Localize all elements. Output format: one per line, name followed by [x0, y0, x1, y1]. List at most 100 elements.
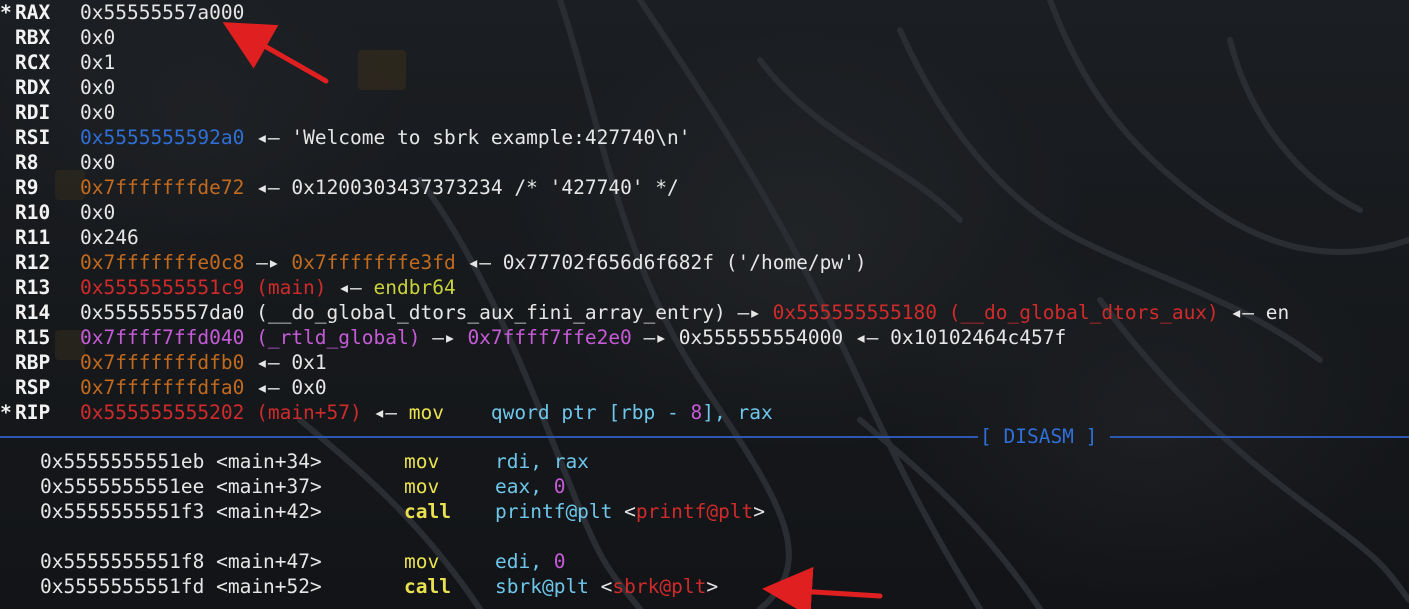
register-value: 0x0: [80, 26, 116, 49]
disasm-operand: rdi, rax: [495, 450, 589, 473]
register-deref: ◂—: [843, 326, 891, 349]
register-deref: 8: [690, 401, 703, 424]
register-deref: ◂—: [244, 351, 292, 374]
register-value-line: 0x0: [80, 200, 115, 225]
disasm-row: 0x5555555551fd <main+52> call sbrk@plt <sb…: [0, 574, 1409, 599]
register-value: 0x7fffffffde72: [80, 176, 245, 199]
register-row-r12: R12 0x7fffffffe0c8 —▸ 0x7fffffffe3fd ◂— 0…: [0, 250, 1409, 275]
register-name: RSI: [15, 126, 51, 149]
register-deref: qword ptr [rbp -: [443, 401, 691, 424]
register-value: 0x246: [80, 226, 139, 249]
register-value: 0x55555557a000: [80, 1, 245, 24]
register-deref: 0x555555554000: [678, 326, 844, 349]
register-deref: —▸: [244, 251, 292, 274]
disasm-operand: printf@plt: [635, 500, 754, 523]
register-row-rax: * RAX 0x55555557a000: [0, 0, 1409, 25]
register-name: R9: [15, 176, 39, 199]
register-value-line: 0x7fffffffde72 ◂— 0x1200303437373234 /* …: [80, 175, 679, 200]
disasm-operands: printf@plt <printf@plt>: [495, 499, 765, 524]
disasm-operand: sbrk@plt: [612, 575, 707, 598]
register-name: RDX: [15, 76, 51, 99]
register-value: 0x0: [80, 201, 116, 224]
register-value-line: 0x7fffffffdfa0 ◂— 0x0: [80, 375, 327, 400]
register-name: R10: [15, 201, 51, 224]
disasm-row: 0x5555555551f3 <main+42> call printf@plt <…: [0, 499, 1409, 524]
register-deref: 0x1: [291, 351, 327, 374]
register-modified-marker: *: [0, 401, 12, 424]
register-row-rip: * RIP 0x555555555202 (main+57) ◂— mov qwor…: [0, 400, 1409, 425]
disasm-address: 0x5555555551f8 <main+47>: [40, 550, 322, 573]
register-name: RBP: [15, 351, 51, 374]
register-value-line: 0x5555555592a0 ◂— 'Welcome to sbrk examp…: [80, 125, 691, 150]
register-value: 0x7fffffffe0c8: [80, 251, 245, 274]
register-name: RSP: [15, 376, 51, 399]
register-row-r9: R9 0x7fffffffde72 ◂— 0x1200303437373234 /…: [0, 175, 1409, 200]
register-row-rbx: RBX 0x0: [0, 25, 1409, 50]
disasm-row: 0x5555555551eb <main+34> mov rdi, rax: [0, 449, 1409, 474]
register-deref: 0x555555555180 (__do_global_dtors_aux): [772, 301, 1219, 324]
register-name: R12: [15, 251, 51, 274]
disasm-operand: >: [753, 500, 766, 523]
register-row-r15: R15 0x7ffff7ffd040 (_rtld_global) —▸ 0x7f…: [0, 325, 1409, 350]
register-value: 0x7ffff7ffd040 (_rtld_global): [80, 326, 421, 349]
register-value: 0x0: [80, 151, 116, 174]
register-value-line: 0x0: [80, 25, 115, 50]
register-deref: ◂—: [361, 401, 409, 424]
register-value-line: 0x5555555551c9 (main) ◂— endbr64: [80, 275, 456, 300]
register-name: R15: [15, 326, 51, 349]
register-name: RBX: [15, 26, 51, 49]
disasm-row: [0, 524, 1409, 549]
disasm-separator-left: [0, 436, 978, 438]
register-value-line: 0x0: [80, 100, 115, 125]
disasm-address: 0x5555555551fd <main+52>: [40, 575, 322, 598]
register-value-line: 0x7fffffffdfb0 ◂— 0x1: [80, 350, 327, 375]
register-row-r11: R11 0x246: [0, 225, 1409, 250]
register-value: 0x7fffffffdfb0: [80, 351, 245, 374]
disasm-mnemonic: call: [404, 575, 451, 598]
disasm-operand: 0: [553, 550, 566, 573]
disasm-operand: sbrk@plt: [495, 575, 601, 598]
disasm-operand: eax,: [495, 475, 554, 498]
register-deref: 0x77702f656d6f682f ('/home/pw'): [502, 251, 867, 274]
disasm-address: 0x5555555551eb <main+34>: [40, 450, 322, 473]
disasm-row: 0x5555555551ee <main+37> mov eax, 0: [0, 474, 1409, 499]
disasm-section-header: [ DISASM ]: [980, 425, 1098, 448]
register-value: 0x555555555202 (main+57): [80, 401, 362, 424]
register-value: 0x1: [80, 51, 116, 74]
register-deref: 0x1200303437373234 /* '427740' */: [291, 176, 679, 199]
register-value-line: 0x0: [80, 150, 115, 175]
register-row-rbp: RBP 0x7fffffffdfb0 ◂— 0x1: [0, 350, 1409, 375]
register-row-r10: R10 0x0: [0, 200, 1409, 225]
register-deref: 0x7fffffffe3fd: [291, 251, 456, 274]
register-row-rcx: RCX 0x1: [0, 50, 1409, 75]
register-deref: ◂— en: [1218, 301, 1290, 324]
disasm-operand: <: [624, 500, 636, 523]
register-deref: ◂—: [455, 251, 503, 274]
register-value-line: 0x1: [80, 50, 115, 75]
disasm-separator-right: [1110, 436, 1409, 438]
disasm-operand: printf@plt: [495, 500, 625, 523]
disasm-row: 0x5555555551f8 <main+47> mov edi, 0: [0, 549, 1409, 574]
register-deref: —▸: [420, 326, 468, 349]
register-deref: 'Welcome to sbrk example:427740\n': [291, 126, 691, 149]
disasm-mnemonic: mov: [404, 550, 440, 573]
register-name: RIP: [15, 401, 51, 424]
register-value-line: 0x0: [80, 75, 115, 100]
register-name: R8: [15, 151, 39, 174]
register-deref: 0x0: [291, 376, 327, 399]
disasm-operand: 0: [553, 475, 566, 498]
disasm-operands: rdi, rax: [495, 449, 589, 474]
register-name: R14: [15, 301, 51, 324]
register-value-line: 0x55555557a000: [80, 0, 244, 25]
disasm-mnemonic: mov: [404, 450, 440, 473]
register-deref: 0x10102464c457f: [890, 326, 1067, 349]
disasm-operand: edi,: [495, 550, 554, 573]
disasm-operands: edi, 0: [495, 549, 565, 574]
register-deref: ◂—: [244, 126, 292, 149]
disasm-address: 0x5555555551ee <main+37>: [40, 475, 322, 498]
disasm-operands: sbrk@plt <sbrk@plt>: [495, 574, 718, 599]
register-row-r8: R8 0x0: [0, 150, 1409, 175]
disasm-operand: <: [600, 575, 613, 598]
gdb-terminal[interactable]: * RAX 0x55555557a000 RBX 0x0 RCX 0x1 RDX 0x0 RDI 0…: [0, 0, 1409, 609]
disasm-mnemonic: mov: [404, 475, 440, 498]
